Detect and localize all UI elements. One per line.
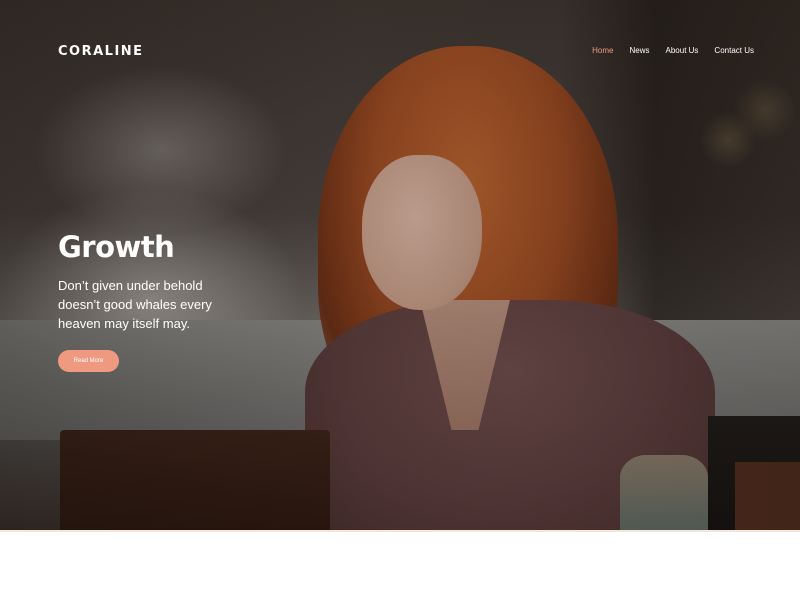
nav-item-contact-us[interactable]: Contact Us bbox=[714, 46, 754, 55]
hero-description: Don’t given under behold doesn’t good wh… bbox=[58, 278, 212, 331]
hero-title: Growth bbox=[58, 230, 175, 264]
hero-overlay bbox=[0, 0, 800, 530]
section-divider bbox=[0, 530, 800, 532]
nav-item-news[interactable]: News bbox=[630, 46, 650, 55]
nav-item-home[interactable]: Home bbox=[592, 46, 613, 55]
site-logo[interactable]: CORALINE bbox=[58, 44, 144, 59]
read-more-button[interactable]: Read More bbox=[58, 350, 119, 372]
hero-section: CORALINE Home News About Us Contact Us G… bbox=[0, 0, 800, 530]
nav-item-about-us[interactable]: About Us bbox=[666, 46, 699, 55]
main-nav: Home News About Us Contact Us bbox=[592, 46, 754, 55]
